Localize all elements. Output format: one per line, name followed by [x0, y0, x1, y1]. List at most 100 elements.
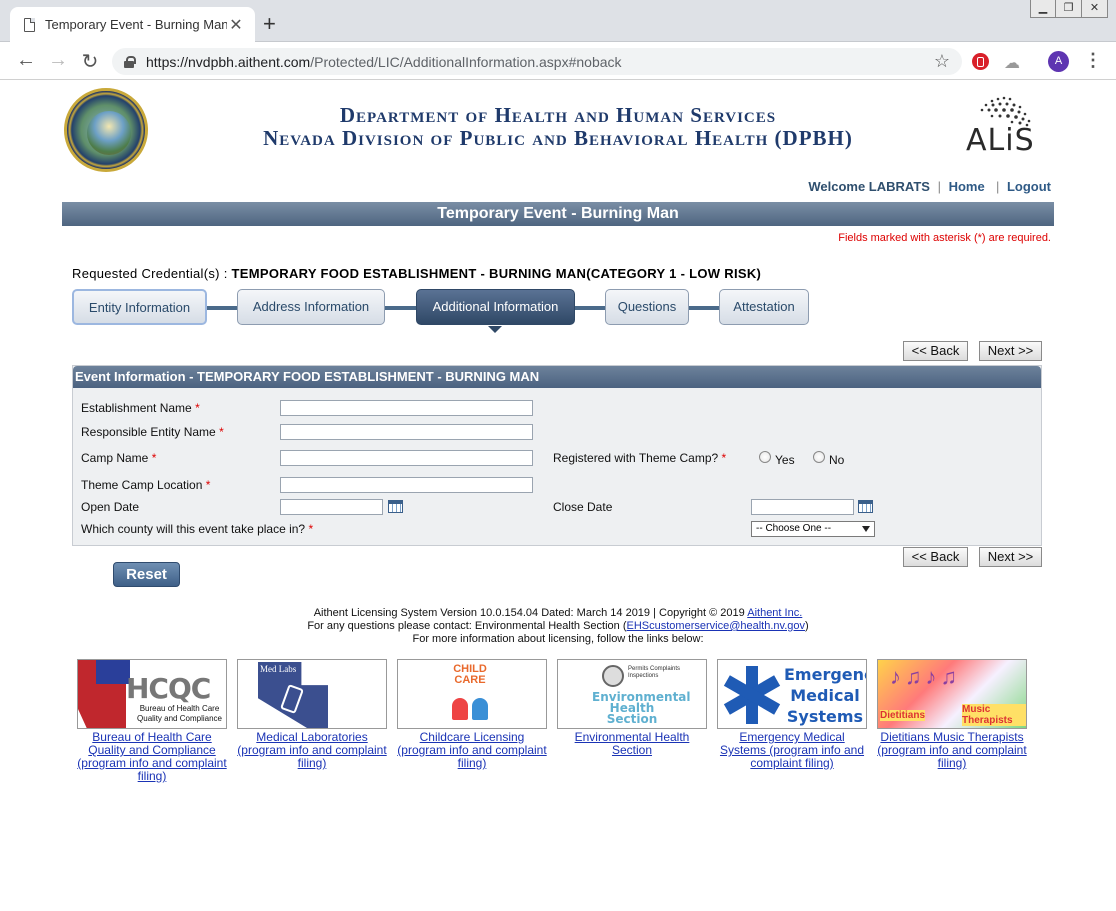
back-button-top[interactable]: << Back: [903, 341, 968, 361]
responsible-entity-label: Responsible Entity Name *: [81, 425, 224, 439]
required-fields-note: Fields marked with asterisk (*) are requ…: [838, 232, 1051, 244]
camp-name-input[interactable]: [280, 450, 533, 466]
county-selected-value: -- Choose One --: [756, 523, 832, 534]
star-of-life-icon: [722, 662, 782, 726]
camp-name-label: Camp Name *: [81, 451, 157, 465]
registered-theme-camp-label: Registered with Theme Camp? *: [553, 451, 727, 465]
wizard-steps: Entity Information Address Information A…: [72, 288, 812, 333]
childcare-link-box[interactable]: CHILD CARE Childcare Licensing (program …: [397, 659, 547, 770]
aithent-link[interactable]: Aithent Inc.: [747, 607, 802, 619]
profile-avatar[interactable]: A: [1048, 51, 1069, 72]
window-controls: ▁ ❐ ✕: [1030, 0, 1108, 18]
minimize-icon[interactable]: ▁: [1030, 0, 1056, 18]
dietitians-link-box[interactable]: ♪♫♪♫ Dietitians Music Therapists Dietiti…: [877, 659, 1027, 770]
medical-labs-logo[interactable]: Med Labs: [237, 659, 387, 729]
browser-tab[interactable]: Temporary Event - Burning Man ✕: [10, 7, 255, 42]
open-date-label: Open Date: [81, 500, 140, 514]
next-button-top[interactable]: Next >>: [979, 341, 1042, 361]
address-bar[interactable]: https://nvdpbh.aithent.com/Protected/LIC…: [112, 48, 962, 75]
drive-extension-icon[interactable]: ☁: [1004, 53, 1020, 73]
close-date-input[interactable]: [751, 499, 854, 515]
theme-camp-no-radio[interactable]: [813, 451, 825, 463]
calendar-icon[interactable]: [388, 500, 403, 513]
program-links: HCQC Bureau of Health Care Quality and C…: [77, 659, 1037, 789]
forward-arrow-icon[interactable]: →: [46, 49, 70, 72]
close-window-icon[interactable]: ✕: [1082, 0, 1108, 18]
open-date-input[interactable]: [280, 499, 383, 515]
next-button-bottom[interactable]: Next >>: [979, 547, 1042, 567]
ems-logo[interactable]: Emergency Medical Systems: [717, 659, 867, 729]
environmental-health-link-box[interactable]: Permits Complaints Inspections Environme…: [557, 659, 707, 757]
browser-toolbar: ← → ↻ https://nvdpbh.aithent.com/Protect…: [0, 43, 1116, 80]
url-host: https://nvdpbh.aithent.com: [146, 53, 311, 70]
logout-link[interactable]: Logout: [1007, 179, 1051, 194]
step-attestation[interactable]: Attestation: [719, 289, 809, 325]
browser-tabbar: Temporary Event - Burning Man ✕ + ▁ ❐ ✕: [0, 0, 1116, 42]
footer-info-line: For more information about licensing, fo…: [412, 633, 704, 645]
document-icon: [24, 17, 35, 32]
environmental-health-logo[interactable]: Permits Complaints Inspections Environme…: [557, 659, 707, 729]
responsible-entity-input[interactable]: [280, 424, 533, 440]
step-additional-information[interactable]: Additional Information: [416, 289, 575, 325]
hcqc-link[interactable]: Bureau of Health Care Quality and Compli…: [77, 731, 227, 783]
ems-link[interactable]: Emergency Medical Systems (program info …: [717, 731, 867, 770]
dietitians-link[interactable]: Dietitians Music Therapists (program inf…: [877, 731, 1027, 770]
requested-credential: Requested Credential(s) : TEMPORARY FOOD…: [72, 266, 761, 281]
reload-icon[interactable]: ↻: [78, 49, 102, 74]
music-notes-icon: ♪♫♪♫: [890, 664, 961, 689]
yes-label: Yes: [775, 453, 795, 467]
dietitians-music-logo[interactable]: ♪♫♪♫ Dietitians Music Therapists: [877, 659, 1027, 729]
lock-icon: [124, 55, 136, 68]
step-address-information[interactable]: Address Information: [237, 289, 385, 325]
new-tab-icon[interactable]: +: [263, 13, 276, 35]
footer-version-line: Aithent Licensing System Version 10.0.15…: [313, 607, 803, 619]
active-step-indicator: [488, 326, 502, 333]
medical-labs-link[interactable]: Medical Laboratories (program info and c…: [237, 731, 387, 770]
event-information-panel: Event Information - TEMPORARY FOOD ESTAB…: [72, 365, 1042, 546]
medical-labs-link-box[interactable]: Med Labs Medical Laboratories (program i…: [237, 659, 387, 770]
hcqc-link-box[interactable]: HCQC Bureau of Health Care Quality and C…: [77, 659, 227, 783]
division-title: Nevada Division of Public and Behavioral…: [263, 126, 853, 150]
bookmark-star-icon[interactable]: ☆: [934, 51, 950, 72]
home-link[interactable]: Home: [949, 179, 985, 194]
childcare-link[interactable]: Childcare Licensing (program info and co…: [397, 731, 547, 770]
establishment-name-input[interactable]: [280, 400, 533, 416]
childcare-logo[interactable]: CHILD CARE: [397, 659, 547, 729]
credential-value: TEMPORARY FOOD ESTABLISHMENT - BURNING M…: [231, 266, 762, 281]
alis-logo-text: ALiS: [966, 123, 1035, 158]
calendar-icon[interactable]: [858, 500, 873, 513]
department-title: Department of Health and Human Services: [339, 103, 777, 127]
theme-camp-yes-radio[interactable]: [759, 451, 771, 463]
establishment-name-label: Establishment Name *: [81, 401, 200, 415]
user-links: Welcome LABRATS | Home | Logout: [808, 179, 1051, 194]
step-entity-information[interactable]: Entity Information: [72, 289, 207, 325]
tab-title: Temporary Event - Burning Man: [45, 17, 227, 32]
adblock-extension-icon[interactable]: [972, 53, 989, 70]
chevron-down-icon: [862, 526, 870, 532]
footer-contact-line: For any questions please contact: Enviro…: [307, 620, 809, 632]
ems-link-box[interactable]: Emergency Medical Systems Emergency Medi…: [717, 659, 867, 770]
hcqc-logo[interactable]: HCQC Bureau of Health Care Quality and C…: [77, 659, 227, 729]
county-select[interactable]: -- Choose One --: [751, 521, 875, 537]
email-link[interactable]: EHScustomerservice@health.nv.gov: [627, 620, 805, 632]
no-label: No: [829, 453, 845, 467]
page-content: Department of Health and Human Services …: [0, 81, 1116, 911]
welcome-text: Welcome LABRATS: [808, 179, 930, 194]
reset-button[interactable]: Reset: [113, 562, 180, 587]
back-button-bottom[interactable]: << Back: [903, 547, 968, 567]
restore-icon[interactable]: ❐: [1056, 0, 1082, 18]
close-tab-icon[interactable]: ✕: [227, 15, 245, 35]
theme-camp-location-input[interactable]: [280, 477, 533, 493]
county-question-label: Which county will this event take place …: [81, 522, 314, 536]
environmental-health-link[interactable]: Environmental Health Section: [557, 731, 707, 757]
close-date-label: Close Date: [553, 500, 613, 514]
page-title: Temporary Event - Burning Man: [62, 202, 1054, 226]
credential-label: Requested Credential(s) :: [72, 266, 232, 281]
url-path: /Protected/LIC/AdditionalInformation.asp…: [310, 53, 622, 70]
panel-title: Event Information - TEMPORARY FOOD ESTAB…: [73, 366, 1041, 388]
theme-camp-location-label: Theme Camp Location *: [81, 478, 211, 492]
browser-menu-icon[interactable]: ⋮: [1084, 49, 1102, 71]
step-questions[interactable]: Questions: [605, 289, 689, 325]
back-arrow-icon[interactable]: ←: [14, 49, 38, 72]
seal-icon: [602, 665, 624, 687]
